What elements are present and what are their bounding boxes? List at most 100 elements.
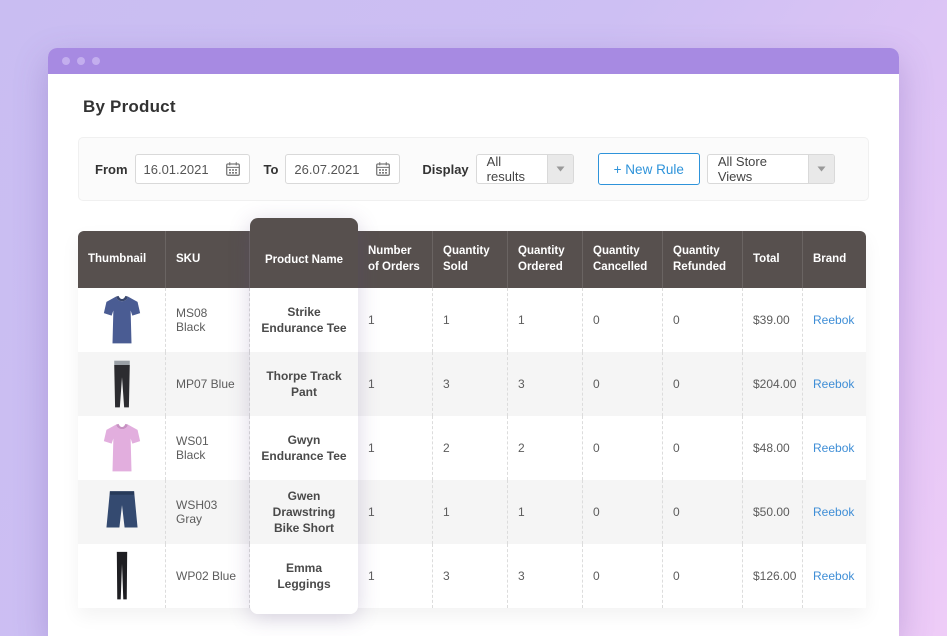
orders-cell: 1 xyxy=(358,480,433,544)
qty-refunded-cell: 0 xyxy=(663,352,743,416)
qty-refunded-cell: 0 xyxy=(663,544,743,608)
to-label: To xyxy=(264,162,279,177)
qty-ordered-cell: 1 xyxy=(508,480,583,544)
column-header-quantity-refunded: Quantity Refunded xyxy=(663,231,743,288)
thumbnail-cell xyxy=(78,416,166,480)
column-header-quantity-cancelled: Quantity Cancelled xyxy=(583,231,663,288)
store-views-select[interactable]: All Store Views xyxy=(707,154,835,184)
app-window: By Product From 16.01.2021 To 26.07.2021 xyxy=(48,48,899,636)
sku-cell: MP07 Blue xyxy=(166,352,250,416)
brand-link[interactable]: Reebok xyxy=(813,313,854,327)
calendar-icon[interactable] xyxy=(225,161,241,177)
orders-cell: 1 xyxy=(358,544,433,608)
chevron-down-icon[interactable] xyxy=(808,155,834,183)
qty-sold-cell: 1 xyxy=(433,480,508,544)
thumbnail-cell xyxy=(78,288,166,352)
qty-refunded-cell: 0 xyxy=(663,288,743,352)
window-control-dot[interactable] xyxy=(92,57,100,65)
thumbnail-cell xyxy=(78,480,166,544)
table-row: WS01 Black 1 2 2 0 0 $48.00 Reebok xyxy=(78,416,866,480)
orders-cell: 1 xyxy=(358,352,433,416)
brand-cell: Reebok xyxy=(803,480,866,544)
pink-tee-icon xyxy=(103,421,141,475)
qty-ordered-cell: 1 xyxy=(508,288,583,352)
qty-cancelled-cell: 0 xyxy=(583,416,663,480)
qty-cancelled-cell: 0 xyxy=(583,480,663,544)
display-select[interactable]: All results xyxy=(476,154,574,184)
brand-link[interactable]: Reebok xyxy=(813,441,854,455)
brand-cell: Reebok xyxy=(803,352,866,416)
brand-cell: Reebok xyxy=(803,544,866,608)
product-name-cell: Strike Endurance Tee xyxy=(250,288,358,352)
thumbnail-cell xyxy=(78,544,166,608)
total-cell: $126.00 xyxy=(743,544,803,608)
window-control-dot[interactable] xyxy=(77,57,85,65)
black-leggings-icon xyxy=(103,549,141,603)
brand-link[interactable]: Reebok xyxy=(813,377,854,391)
qty-sold-cell: 2 xyxy=(433,416,508,480)
product-name-cell: Gwen Drawstring Bike Short xyxy=(250,480,358,544)
orders-cell: 1 xyxy=(358,288,433,352)
orders-cell: 1 xyxy=(358,416,433,480)
page-title: By Product xyxy=(83,97,899,117)
product-name-card-bottom-cap xyxy=(250,608,358,614)
table-row: WP02 Blue 1 3 3 0 0 $126.00 Reebok xyxy=(78,544,866,608)
table-row: MS08 Black 1 1 1 0 0 $39.00 Reebok xyxy=(78,288,866,352)
by-product-table: Thumbnail SKU Number of Orders Quantity … xyxy=(78,231,866,608)
column-header-thumbnail: Thumbnail xyxy=(78,231,166,288)
thumbnail-cell xyxy=(78,352,166,416)
to-date-input[interactable]: 26.07.2021 xyxy=(285,154,400,184)
sku-cell: WSH03 Gray xyxy=(166,480,250,544)
window-titlebar xyxy=(48,48,899,74)
qty-refunded-cell: 0 xyxy=(663,416,743,480)
brand-link[interactable]: Reebok xyxy=(813,505,854,519)
qty-cancelled-cell: 0 xyxy=(583,288,663,352)
new-rule-button[interactable]: + New Rule xyxy=(598,153,700,185)
qty-sold-cell: 1 xyxy=(433,288,508,352)
from-label: From xyxy=(95,162,128,177)
product-name-cell: Thorpe Track Pant xyxy=(250,352,358,416)
product-name-column-card: Product Name Strike Endurance Tee Thorpe… xyxy=(250,218,358,614)
qty-refunded-cell: 0 xyxy=(663,480,743,544)
sku-cell: MS08 Black xyxy=(166,288,250,352)
product-name-cell: Emma Leggings xyxy=(250,544,358,608)
qty-sold-cell: 3 xyxy=(433,544,508,608)
to-date-value: 26.07.2021 xyxy=(294,162,359,177)
total-cell: $39.00 xyxy=(743,288,803,352)
display-label: Display xyxy=(422,162,468,177)
column-header-total: Total xyxy=(743,231,803,288)
table-header-row: Thumbnail SKU Number of Orders Quantity … xyxy=(78,231,866,288)
total-cell: $50.00 xyxy=(743,480,803,544)
sku-cell: WP02 Blue xyxy=(166,544,250,608)
brand-link[interactable]: Reebok xyxy=(813,569,854,583)
brand-cell: Reebok xyxy=(803,288,866,352)
column-header-product-name: Product Name xyxy=(250,218,358,288)
filter-bar: From 16.01.2021 To 26.07.2021 xyxy=(78,137,869,201)
blue-bike-shorts-icon xyxy=(103,485,141,539)
column-header-quantity-sold: Quantity Sold xyxy=(433,231,508,288)
brand-cell: Reebok xyxy=(803,416,866,480)
blue-vneck-tee-icon xyxy=(103,293,141,347)
black-track-pants-icon xyxy=(103,357,141,411)
display-select-value: All results xyxy=(477,155,547,183)
qty-sold-cell: 3 xyxy=(433,352,508,416)
qty-ordered-cell: 3 xyxy=(508,544,583,608)
table-row: MP07 Blue 1 3 3 0 0 $204.00 Reebok xyxy=(78,352,866,416)
total-cell: $204.00 xyxy=(743,352,803,416)
qty-cancelled-cell: 0 xyxy=(583,352,663,416)
product-name-cell: Gwyn Endurance Tee xyxy=(250,416,358,480)
qty-cancelled-cell: 0 xyxy=(583,544,663,608)
table-row: WSH03 Gray 1 1 1 0 0 $50.00 Reebok xyxy=(78,480,866,544)
window-control-dot[interactable] xyxy=(62,57,70,65)
calendar-icon[interactable] xyxy=(375,161,391,177)
from-date-value: 16.01.2021 xyxy=(144,162,209,177)
column-header-brand: Brand xyxy=(803,231,866,288)
chevron-down-icon[interactable] xyxy=(547,155,573,183)
sku-cell: WS01 Black xyxy=(166,416,250,480)
total-cell: $48.00 xyxy=(743,416,803,480)
column-header-quantity-ordered: Quantity Ordered xyxy=(508,231,583,288)
column-header-number-of-orders: Number of Orders xyxy=(358,231,433,288)
qty-ordered-cell: 3 xyxy=(508,352,583,416)
column-header-sku: SKU xyxy=(166,231,250,288)
from-date-input[interactable]: 16.01.2021 xyxy=(135,154,250,184)
